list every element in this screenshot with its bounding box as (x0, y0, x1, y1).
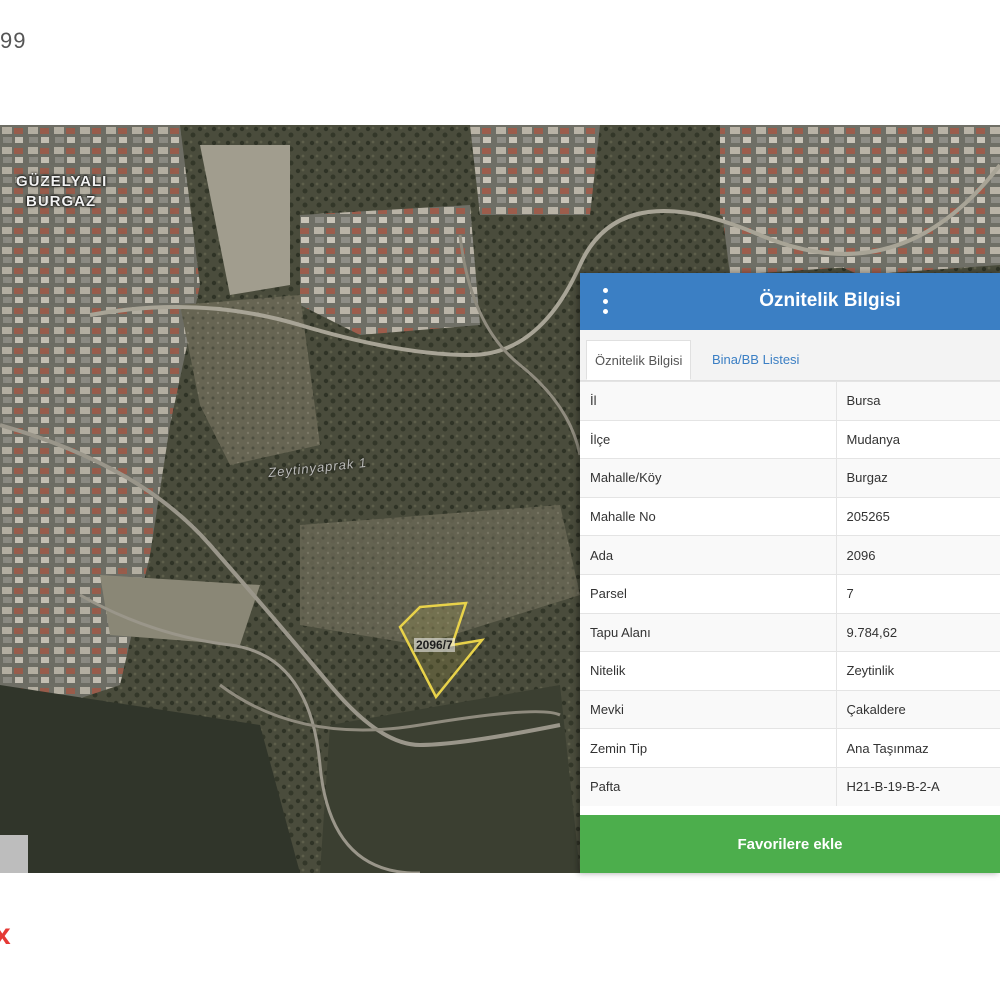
row-key: Pafta (580, 766, 837, 807)
row-value: 7 (836, 573, 1000, 614)
attribute-table: İl Bursa İlçe Mudanya Mahalle/Köy Burgaz Ma… (580, 381, 1000, 807)
row-value: Zeytinlik (836, 651, 1000, 691)
row-key: Zemin Tip (580, 728, 837, 768)
row-key: İl (580, 381, 837, 421)
table-row: Nitelik Zeytinlik (580, 651, 1000, 691)
close-mark-icon[interactable]: x (0, 918, 11, 952)
row-key: Nitelik (580, 651, 837, 691)
row-value: Ana Taşınmaz (836, 728, 1000, 768)
panel-tabs: Öznitelik Bilgisi Bina/BB Listesi (580, 330, 1000, 381)
row-key: Mahalle/Köy (580, 458, 837, 498)
attribute-panel: Öznitelik Bilgisi Öznitelik Bilgisi Bina… (580, 273, 1000, 873)
row-key: Ada (580, 535, 837, 575)
row-value: 205265 (836, 496, 1000, 536)
table-row: Pafta H21-B-19-B-2-A (580, 766, 1000, 807)
row-value: H21-B-19-B-2-A (836, 766, 1000, 807)
row-value: Bursa (836, 381, 1000, 421)
table-row: Parsel 7 (580, 573, 1000, 614)
row-key: Tapu Alanı (580, 612, 837, 652)
row-key: Mevki (580, 689, 837, 729)
map-control-stub[interactable] (0, 835, 28, 873)
table-row: İlçe Mudanya (580, 419, 1000, 459)
row-key: Mahalle No (580, 496, 837, 536)
tab-attribute-info[interactable]: Öznitelik Bilgisi (586, 340, 692, 380)
panel-title: Öznitelik Bilgisi (759, 290, 901, 311)
parcel-label[interactable]: 2096/7 (414, 638, 455, 652)
table-row: Mevki Çakaldere (580, 689, 1000, 729)
district-label-guzelyali: GÜZELYALI (16, 173, 108, 190)
row-key: Parsel (580, 573, 837, 614)
panel-header: Öznitelik Bilgisi (580, 273, 1000, 330)
row-key: İlçe (580, 419, 837, 459)
table-row: Mahalle No 205265 (580, 496, 1000, 536)
table-row: Mahalle/Köy Burgaz (580, 458, 1000, 498)
table-row: Tapu Alanı 9.784,62 (580, 612, 1000, 652)
district-label-burgaz: BURGAZ (26, 193, 97, 210)
table-row: Ada 2096 (580, 535, 1000, 575)
row-value: Burgaz (836, 458, 1000, 498)
row-value: 9.784,62 (836, 612, 1000, 652)
row-value: Çakaldere (836, 689, 1000, 729)
table-row: İl Bursa (580, 381, 1000, 421)
tab-building-list[interactable]: Bina/BB Listesi (704, 340, 807, 380)
row-value: 2096 (836, 535, 1000, 575)
add-to-favorites-button[interactable]: Favorilere ekle (580, 815, 1000, 873)
table-row: Zemin Tip Ana Taşınmaz (580, 728, 1000, 768)
top-text: 99 (0, 28, 27, 53)
row-value: Mudanya (836, 419, 1000, 459)
